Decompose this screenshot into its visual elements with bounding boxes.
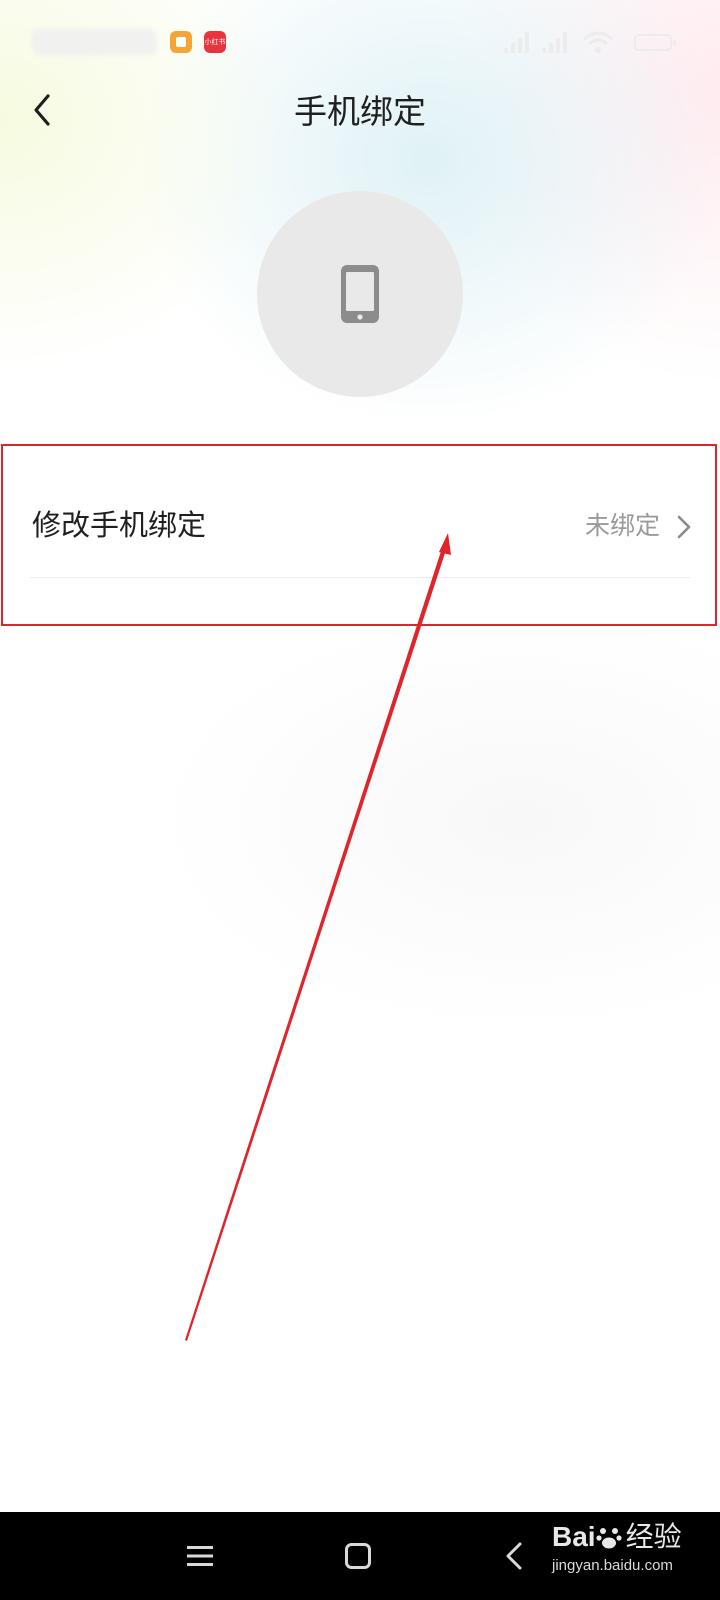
chevron-right-icon	[677, 515, 691, 539]
status-time-blurred	[32, 29, 157, 55]
battery-icon	[634, 34, 676, 51]
status-bar: 小红书	[0, 0, 720, 86]
home-button[interactable]	[318, 1512, 398, 1600]
phone-avatar	[257, 191, 463, 397]
system-back-button[interactable]	[474, 1512, 554, 1600]
page-title: 手机绑定	[294, 92, 426, 131]
back-icon	[506, 1542, 522, 1570]
menu-icon	[187, 1546, 213, 1566]
watermark-brand: Bai	[552, 1521, 596, 1552]
xiaohongshu-app-icon: 小红书	[204, 31, 226, 53]
binding-status-value: 未绑定	[584, 511, 660, 540]
smartphone-icon	[341, 265, 379, 323]
modify-phone-binding-row[interactable]: 修改手机绑定 未绑定	[0, 445, 720, 625]
paw-icon	[595, 1528, 622, 1549]
note-app-icon	[170, 31, 192, 53]
menu-button[interactable]	[160, 1512, 240, 1600]
xiaohongshu-app-text: 小红书	[204, 38, 226, 46]
row-divider	[30, 577, 690, 578]
watermark-url: jingyan.baidu.com	[552, 1557, 673, 1574]
watermark-brand-cn: 经验	[625, 1521, 682, 1552]
signal-icon	[504, 32, 529, 53]
modify-phone-binding-label: 修改手机绑定	[32, 508, 207, 542]
signal-icon	[542, 32, 567, 53]
wifi-icon	[583, 31, 613, 53]
baidu-jingyan-watermark: Bai 经验	[552, 1520, 682, 1554]
home-icon	[345, 1543, 371, 1569]
